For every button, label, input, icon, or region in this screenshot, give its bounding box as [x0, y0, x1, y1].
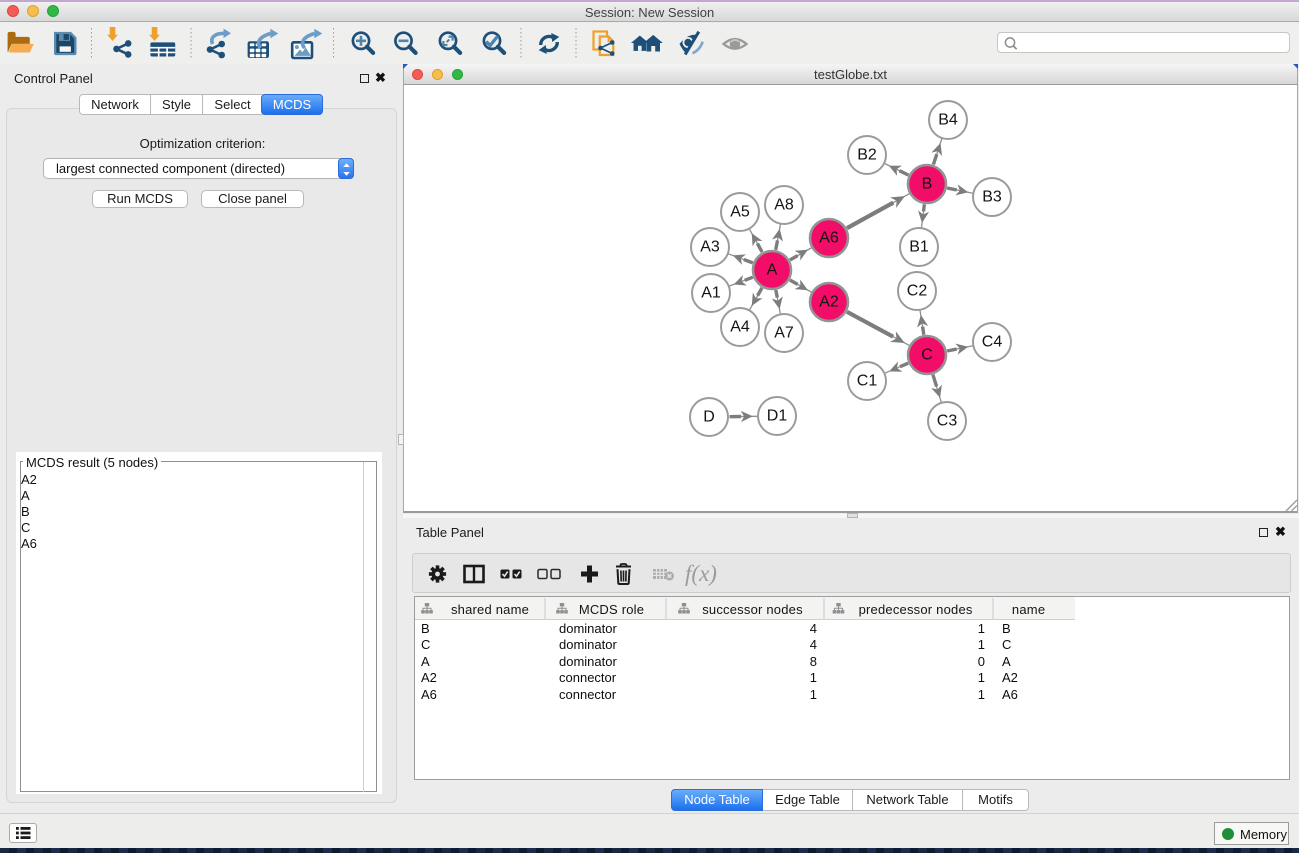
- svg-text:C1: C1: [857, 373, 878, 390]
- svg-text:A2: A2: [819, 294, 839, 311]
- svg-text:A5: A5: [730, 204, 750, 221]
- svg-text:B3: B3: [982, 189, 1002, 206]
- svg-text:C4: C4: [982, 334, 1003, 351]
- svg-text:B: B: [922, 176, 933, 193]
- svg-text:f(x): f(x): [685, 561, 717, 586]
- svg-text:A1: A1: [701, 285, 721, 302]
- svg-text:A4: A4: [730, 319, 750, 336]
- svg-text:C2: C2: [907, 283, 928, 300]
- svg-text:A7: A7: [774, 325, 794, 342]
- svg-text:B2: B2: [857, 147, 877, 164]
- svg-text:A8: A8: [774, 197, 794, 214]
- svg-text:B4: B4: [938, 112, 958, 129]
- svg-text:A: A: [767, 262, 778, 279]
- svg-text:C3: C3: [937, 413, 958, 430]
- svg-text:C: C: [921, 347, 933, 364]
- svg-text:A3: A3: [700, 239, 720, 256]
- svg-text:D: D: [703, 409, 715, 426]
- svg-text:D1: D1: [767, 408, 788, 425]
- svg-text:B1: B1: [909, 239, 929, 256]
- svg-text:A6: A6: [819, 230, 839, 247]
